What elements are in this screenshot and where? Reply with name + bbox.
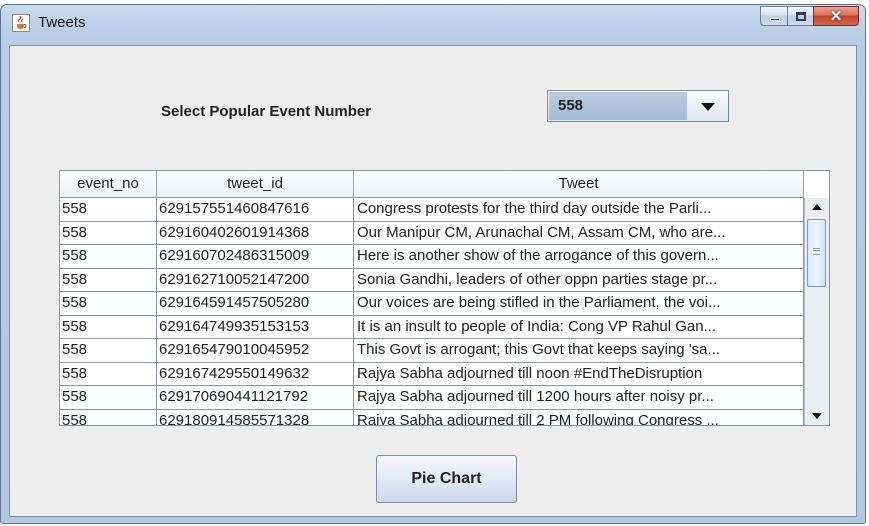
cell-tweet-id: 629164591457505280 — [157, 292, 354, 315]
table-header: event_no tweet_id Tweet — [60, 171, 804, 198]
table-row[interactable]: 558 629162710052147200 Sonia Gandhi, leade… — [60, 268, 804, 292]
cell-tweet: This Govt is arrogant; this Govt that ke… — [354, 339, 804, 362]
cell-tweet-id: 629165479010045952 — [157, 339, 354, 362]
cell-tweet: Congress protests for the third day outs… — [354, 198, 804, 221]
cell-tweet: Rajya Sabha adjourned till 1200 hours af… — [354, 386, 804, 409]
java-cup-icon — [12, 14, 30, 32]
table-row[interactable]: 558 629170690441121792 Rajya Sabha adjourn… — [60, 386, 804, 410]
title-bar[interactable]: Tweets ✕ — [1, 5, 865, 45]
cell-tweet: Rajya Sabha adjourned till noon #EndTheD… — [354, 362, 804, 385]
scrollbar-thumb[interactable] — [807, 219, 826, 287]
table-row[interactable]: 558 629160702486315009 Here is another sho… — [60, 245, 804, 269]
window-title: Tweets — [38, 14, 86, 31]
vertical-scrollbar[interactable] — [804, 198, 829, 425]
app-window: Tweets ✕ Select Popular Event Number 558… — [0, 4, 866, 524]
cell-tweet: Our Manipur CM, Arunachal CM, Assam CM, … — [354, 221, 804, 244]
table-row[interactable]: 558 629164591457505280 Our voices are bein… — [60, 292, 804, 316]
cell-tweet-id: 629160402601914368 — [157, 221, 354, 244]
minimize-button[interactable] — [760, 6, 787, 26]
cell-tweet: Here is another show of the arrogance of… — [354, 245, 804, 268]
minimize-icon — [770, 18, 780, 21]
scroll-up-icon[interactable] — [805, 198, 829, 216]
cell-event-no: 558 — [60, 386, 157, 409]
cell-event-no: 558 — [60, 362, 157, 385]
cell-tweet-id: 629167429550149632 — [157, 362, 354, 385]
cell-tweet-id: 629160702486315009 — [157, 245, 354, 268]
table-body: 558 629157551460847616 Congress protests f… — [60, 198, 804, 425]
window-controls: ✕ — [760, 6, 859, 27]
cell-tweet: It is an insult to people of India: Cong… — [354, 315, 804, 338]
table-row[interactable]: 558 629164749935153153 It is an insult to … — [60, 315, 804, 339]
chevron-down-icon[interactable] — [687, 91, 728, 121]
close-icon: ✕ — [829, 8, 843, 25]
maximize-button[interactable] — [787, 6, 813, 26]
cell-tweet-id: 629162710052147200 — [157, 268, 354, 291]
table-row[interactable]: 558 629160402601914368 Our Manipur CM, Aru… — [60, 221, 804, 245]
cell-event-no: 558 — [60, 339, 157, 362]
event-number-label: Select Popular Event Number — [161, 103, 372, 120]
cell-tweet-id: 629164749935153153 — [157, 315, 354, 338]
cell-tweet: Rajya Sabha adjourned till 2 PM followin… — [354, 409, 804, 425]
cell-tweet: Our voices are being stifled in the Parl… — [354, 292, 804, 315]
cell-tweet-id: 629170690441121792 — [157, 386, 354, 409]
cell-tweet-id: 629157551460847616 — [157, 198, 354, 221]
content-panel: Select Popular Event Number 558 event_no… — [9, 45, 857, 517]
cell-tweet: Sonia Gandhi, leaders of other oppn part… — [354, 268, 804, 291]
cell-event-no: 558 — [60, 268, 157, 291]
event-number-select[interactable]: 558 — [547, 90, 729, 122]
event-number-value: 558 — [549, 92, 687, 120]
cell-event-no: 558 — [60, 198, 157, 221]
column-header-event-no[interactable]: event_no — [60, 171, 157, 197]
cell-event-no: 558 — [60, 221, 157, 244]
column-header-tweet-id[interactable]: tweet_id — [157, 171, 354, 197]
cell-event-no: 558 — [60, 245, 157, 268]
table-row[interactable]: 558 629167429550149632 Rajya Sabha adjourn… — [60, 362, 804, 386]
cell-event-no: 558 — [60, 315, 157, 338]
cell-event-no: 558 — [60, 409, 157, 425]
table-row[interactable]: 558 629180914585571328 Rajya Sabha adjourn… — [60, 409, 804, 425]
table-row[interactable]: 558 629157551460847616 Congress protests f… — [60, 198, 804, 222]
close-button[interactable]: ✕ — [813, 6, 859, 26]
maximize-icon — [796, 12, 806, 21]
cell-tweet-id: 629180914585571328 — [157, 409, 354, 425]
column-header-tweet[interactable]: Tweet — [354, 171, 804, 197]
tweets-table: event_no tweet_id Tweet 558 6291575514608… — [59, 170, 830, 426]
table-row[interactable]: 558 629165479010045952 This Govt is arroga… — [60, 339, 804, 363]
scroll-down-icon[interactable] — [805, 407, 829, 425]
pie-chart-button[interactable]: Pie Chart — [376, 455, 517, 503]
cell-event-no: 558 — [60, 292, 157, 315]
